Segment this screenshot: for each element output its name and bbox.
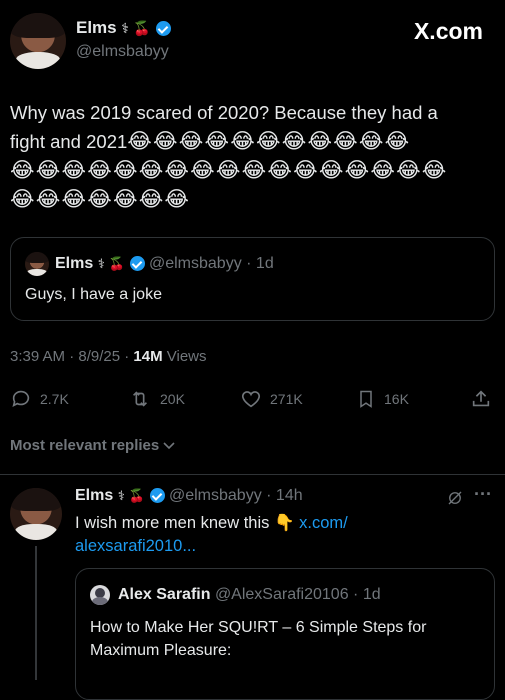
- reply-quoted-age: · 1d: [353, 586, 381, 603]
- reply-button[interactable]: 2.7K: [10, 388, 69, 410]
- section-divider: [0, 474, 505, 475]
- quoted-text: Guys, I have a joke: [25, 286, 162, 303]
- reply-author-row: Elms ⚕ 🍒 @elmsbabyy · 14h: [75, 487, 303, 505]
- tweet-emoji-row3: 😂😂😂😂😂😂😂: [10, 187, 191, 211]
- repost-icon: [132, 391, 148, 407]
- author-display-name[interactable]: Elms: [76, 18, 117, 37]
- views-count: 14M: [133, 348, 163, 365]
- reply-name-emoji: ⚕ 🍒: [117, 489, 146, 504]
- heart-icon: [241, 391, 261, 408]
- repost-count: 20K: [160, 391, 185, 407]
- reply-age[interactable]: · 14h: [266, 487, 302, 504]
- quoted-handle: @elmsbabyy: [148, 255, 242, 272]
- reply-quoted-handle: @AlexSarafi20106: [214, 586, 349, 603]
- quoted-display-name: Elms: [55, 255, 94, 272]
- replies-sort-dropdown[interactable]: Most relevant replies: [10, 437, 175, 454]
- share-icon: [472, 390, 490, 407]
- bookmark-count: 16K: [384, 391, 409, 407]
- author-name-emoji: ⚕ 🍒: [121, 21, 151, 37]
- repost-button[interactable]: 20K: [128, 388, 185, 410]
- reply-quoted-text-line1: How to Make Her SQU!RT – 6 Simple Steps …: [90, 619, 427, 636]
- bookmark-button[interactable]: 16K: [356, 388, 409, 410]
- quoted-name-emoji: ⚕ 🍒: [97, 257, 126, 272]
- share-button[interactable]: [470, 388, 492, 410]
- views-label: Views: [166, 348, 207, 365]
- tweet-text-line2: fight and 2021: [10, 131, 128, 152]
- reply-link-part2[interactable]: alexsarafi2010...: [75, 535, 495, 558]
- reply-icon: [12, 390, 30, 407]
- quoted-age: · 1d: [246, 255, 274, 272]
- author-name-row[interactable]: Elms ⚕ 🍒: [76, 18, 171, 38]
- reply-quoted-text: How to Make Her SQU!RT – 6 Simple Steps …: [90, 616, 426, 662]
- reply-link-part1[interactable]: x.com/: [299, 514, 348, 532]
- tweet-timestamp[interactable]: 3:39 AM · 8/9/25 ·: [10, 348, 129, 365]
- tweet-text-line1: Why was 2019 scared of 2020? Because the…: [10, 102, 438, 123]
- tweet-meta: 3:39 AM · 8/9/25 · 14M Views: [10, 348, 207, 365]
- chevron-down-icon: [163, 442, 175, 450]
- quoted-author-row: Elms ⚕ 🍒 @elmsbabyy · 1d: [55, 255, 274, 273]
- replies-sort-label: Most relevant replies: [10, 437, 160, 454]
- bookmark-icon: [360, 390, 372, 408]
- x-logo: X.com: [413, 18, 483, 44]
- quoted-tweet-card[interactable]: Elms ⚕ 🍒 @elmsbabyy · 1d Guys, I have a …: [10, 237, 495, 321]
- reply-display-name[interactable]: Elms: [75, 487, 113, 504]
- reply-quoted-card[interactable]: Alex Sarafin @AlexSarafi20106 · 1d How t…: [75, 568, 495, 700]
- reply-handle[interactable]: @elmsbabyy: [169, 487, 262, 504]
- reply-text: I wish more men knew this 👇 x.com/ alexs…: [75, 512, 495, 558]
- reply-author-avatar[interactable]: [10, 488, 62, 540]
- reply-thread-line: [35, 546, 37, 680]
- tweet-emoji-row2: 😂😂😂😂😂😂😂😂😂😂😂😂😂😂😂😂😂: [10, 158, 448, 182]
- reply-text-body: I wish more men knew this 👇: [75, 514, 295, 532]
- quoted-verified-badge-icon: [129, 256, 145, 272]
- tweet-emoji-row1: 😂😂😂😂😂😂😂😂😂😂😂: [127, 129, 411, 153]
- like-count: 271K: [270, 391, 303, 407]
- reply-count: 2.7K: [40, 391, 69, 407]
- reply-quoted-display-name: Alex Sarafin: [118, 586, 211, 603]
- tweet-text: Why was 2019 scared of 2020? Because the…: [10, 98, 500, 214]
- like-button[interactable]: 271K: [240, 388, 303, 410]
- grok-icon[interactable]: [446, 489, 464, 507]
- reply-more-button[interactable]: ···: [474, 484, 492, 505]
- reply-verified-badge-icon: [149, 488, 165, 504]
- reply-quoted-author-row: Alex Sarafin @AlexSarafi20106 · 1d: [118, 586, 381, 604]
- verified-badge-icon: [155, 21, 171, 37]
- reply-quoted-text-line2: Maximum Pleasure:: [90, 642, 232, 659]
- reply-quoted-avatar: [90, 585, 110, 605]
- author-avatar[interactable]: [10, 13, 66, 69]
- quoted-author-avatar: [25, 252, 49, 276]
- author-handle[interactable]: @elmsbabyy: [76, 43, 169, 61]
